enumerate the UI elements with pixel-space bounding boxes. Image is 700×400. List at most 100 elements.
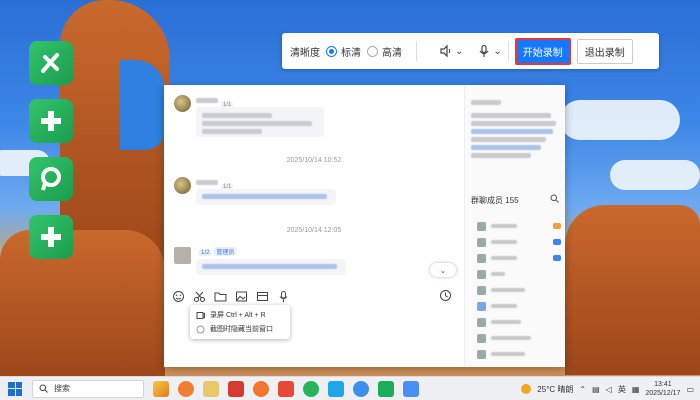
admin-badge xyxy=(552,255,561,261)
taskbar-folder-icon[interactable] xyxy=(203,380,219,397)
microphone-icon[interactable] xyxy=(277,290,290,303)
sender-name: 1/2 管理员 xyxy=(196,247,237,256)
clock-date: 2025/12/17 xyxy=(645,390,681,397)
avatar[interactable] xyxy=(174,95,191,112)
clarity-option-standard[interactable]: 标清 xyxy=(326,44,361,59)
jump-to-latest-button[interactable]: ⌄ xyxy=(430,263,456,277)
taskbar-search[interactable]: 搜索 xyxy=(32,379,144,398)
radio-unselected-icon xyxy=(367,45,378,57)
member-item[interactable] xyxy=(477,268,561,280)
clarity-option-label: 高清 xyxy=(382,47,402,59)
member-item[interactable] xyxy=(477,220,561,232)
desktop-app-2-icon[interactable] xyxy=(29,99,73,143)
member-item[interactable] xyxy=(477,300,561,312)
taskbar-app-2-icon[interactable] xyxy=(403,380,419,397)
clarity-label: 清晰度 xyxy=(290,47,320,59)
hide-window-label: 截图时隐藏当前窗口 xyxy=(210,326,273,333)
member-item[interactable] xyxy=(477,252,561,264)
chevron-up-icon[interactable]: ⌃ xyxy=(579,385,586,394)
radio-unchecked-icon xyxy=(196,325,205,333)
radio-selected-icon xyxy=(326,45,337,57)
microphone-dropdown[interactable]: ⌄ xyxy=(477,44,502,58)
double-chevron-down-icon: ⌄ xyxy=(439,265,447,275)
screenshot-menu: 录屏 Ctrl + Alt + R 截图时隐藏当前窗口 xyxy=(190,305,290,339)
record-toolbar: 清晰度 标清 高清 ⌄ ⌄ 开始录制 退出录制 xyxy=(282,33,659,69)
windows-start-icon[interactable] xyxy=(8,381,22,396)
divider xyxy=(507,41,509,61)
input-toolbar xyxy=(172,288,456,304)
chevron-down-icon: ⌄ xyxy=(455,45,464,57)
member-item[interactable] xyxy=(477,236,561,248)
avatar xyxy=(477,333,486,343)
ime-indicator[interactable]: 英 xyxy=(618,384,626,395)
start-recording-button[interactable]: 开始录制 xyxy=(514,37,571,65)
keyboard-icon[interactable]: ▦ xyxy=(632,385,640,394)
desktop-app-1-icon[interactable] xyxy=(29,41,73,85)
clock-icon[interactable] xyxy=(439,289,452,302)
notification-icon[interactable]: ▭ xyxy=(686,385,694,394)
clock-time: 13:41 xyxy=(654,381,672,388)
exit-recording-button[interactable]: 退出录制 xyxy=(576,38,633,64)
screen-record-option[interactable]: 录屏 Ctrl + Alt + R xyxy=(196,308,284,322)
admin-badge xyxy=(552,239,561,245)
folder-icon[interactable] xyxy=(214,290,227,303)
microphone-icon xyxy=(479,44,489,57)
members-title: 群聊成员 155 xyxy=(471,196,519,205)
group-notice xyxy=(471,97,561,161)
message-timestamp: 2025/10/14 12:05 xyxy=(286,227,342,234)
taskbar: 搜索 25°C 晴朗 ⌃ ▤ ◁ 英 ▦ 13:41 2025/12/17 ▭ xyxy=(0,376,700,400)
network-icon[interactable]: ▤ xyxy=(592,385,600,394)
taskbar-search-label: 搜索 xyxy=(54,384,70,393)
screen-record-icon xyxy=(196,311,205,319)
message-bubble[interactable] xyxy=(196,107,324,137)
owner-badge xyxy=(552,223,561,229)
taskbar-wechat-icon[interactable] xyxy=(378,380,394,397)
taskbar-firefox-icon[interactable] xyxy=(253,380,269,397)
mail-icon[interactable] xyxy=(256,290,269,303)
group-sidebar: 群聊成员 155 xyxy=(464,85,565,367)
image-icon[interactable] xyxy=(235,290,248,303)
member-item[interactable] xyxy=(477,284,561,296)
chevron-down-icon: ⌄ xyxy=(493,45,502,57)
message-bubble[interactable] xyxy=(196,189,336,205)
taskbar-sparkle-icon[interactable] xyxy=(153,380,169,397)
member-search-button[interactable] xyxy=(550,194,559,205)
avatar xyxy=(477,253,486,263)
message-bubble[interactable] xyxy=(196,259,346,275)
avatar xyxy=(477,285,486,295)
system-tray: 25°C 晴朗 ⌃ ▤ ◁ 英 ▦ 13:41 2025/12/17 ▭ xyxy=(521,377,694,400)
desktop-app-4-icon[interactable] xyxy=(29,215,73,259)
taskbar-weibo-icon[interactable] xyxy=(278,380,294,397)
weather-text[interactable]: 25°C 晴朗 xyxy=(537,384,573,395)
weather-sun-icon xyxy=(521,384,532,394)
clarity-option-label: 标清 xyxy=(341,47,361,59)
scissors-icon[interactable] xyxy=(193,290,206,303)
avatar xyxy=(477,301,486,311)
divider xyxy=(416,41,417,61)
avatar xyxy=(477,237,486,247)
search-icon xyxy=(550,194,559,203)
desktop-app-3-icon[interactable] xyxy=(29,157,73,201)
member-item[interactable] xyxy=(477,348,561,360)
taskbar-search-app-icon[interactable] xyxy=(178,380,194,397)
speaker-icon xyxy=(440,44,451,58)
search-icon xyxy=(39,384,48,393)
taskbar-wps-icon[interactable] xyxy=(228,380,244,397)
smiley-icon[interactable] xyxy=(172,290,185,303)
speaker-dropdown[interactable]: ⌄ xyxy=(439,44,463,58)
avatar xyxy=(477,317,486,327)
message-timestamp: 2025/10/14 10:52 xyxy=(286,157,342,164)
clarity-option-hd[interactable]: 高清 xyxy=(367,44,402,59)
volume-icon[interactable]: ◁ xyxy=(606,385,612,394)
taskbar-app-icon[interactable] xyxy=(303,380,319,397)
member-item[interactable] xyxy=(477,332,561,344)
screen-record-label: 录屏 Ctrl + Alt + R xyxy=(210,312,266,319)
hide-window-option[interactable]: 截图时隐藏当前窗口 xyxy=(196,322,284,336)
avatar xyxy=(477,349,486,359)
member-item[interactable] xyxy=(477,316,561,328)
taskbar-clock[interactable]: 13:41 2025/12/17 xyxy=(645,380,680,398)
taskbar-qq-icon[interactable] xyxy=(328,380,344,397)
taskbar-browser-icon[interactable] xyxy=(353,380,369,397)
avatar[interactable] xyxy=(174,247,191,264)
avatar[interactable] xyxy=(174,177,191,194)
